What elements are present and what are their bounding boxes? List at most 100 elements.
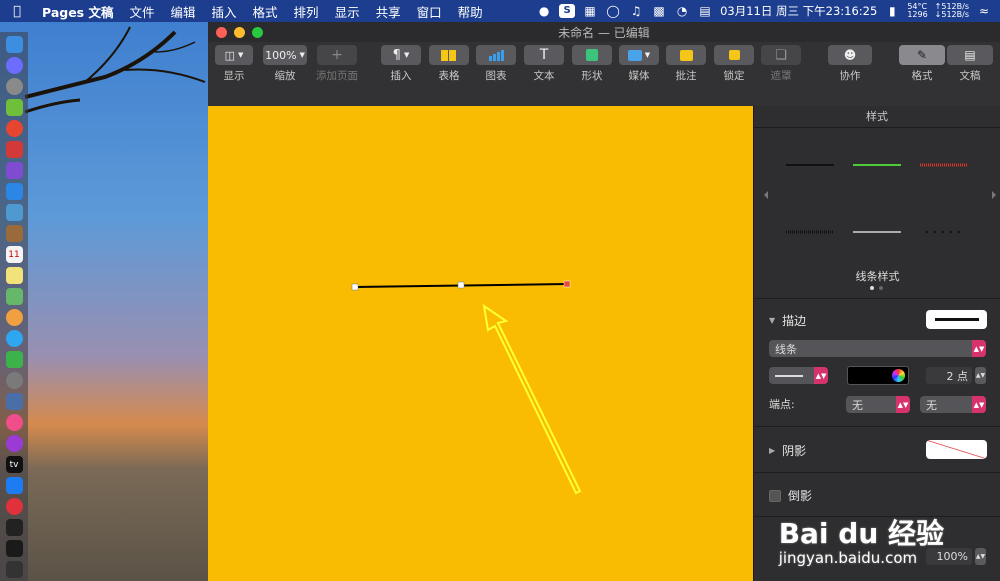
endpoint-right-select[interactable]: 无 ▲▼ xyxy=(920,396,986,413)
divider xyxy=(754,472,1000,473)
menu-help[interactable]: 帮助 xyxy=(450,2,491,21)
text-button[interactable]: T xyxy=(524,45,564,65)
android-icon[interactable] xyxy=(5,99,23,116)
menu-format[interactable]: 格式 xyxy=(245,2,286,21)
preview-icon[interactable] xyxy=(5,204,23,221)
chevron-left-icon[interactable] xyxy=(764,191,768,199)
menu-insert[interactable]: 插入 xyxy=(204,2,245,21)
globe-icon[interactable]: ◯ xyxy=(605,4,621,18)
menu-share[interactable]: 共享 xyxy=(368,2,409,21)
comment-button[interactable] xyxy=(666,45,706,65)
network-readout[interactable]: ↑512B/s ↓512B/s xyxy=(935,3,969,19)
mask-button[interactable]: ❏ xyxy=(761,45,801,65)
music-icon[interactable]: ♫ xyxy=(628,4,644,18)
document-canvas[interactable] xyxy=(208,106,753,581)
menu-file[interactable]: 文件 xyxy=(121,2,162,21)
menu-app-name[interactable]: Pages 文稿 xyxy=(34,2,121,21)
add-page-button[interactable]: + xyxy=(317,45,357,65)
stroke-color-well[interactable] xyxy=(847,366,909,385)
canvas-drawing xyxy=(351,280,582,495)
page-dots[interactable] xyxy=(870,286,883,290)
page-dot-active[interactable] xyxy=(870,286,874,290)
app-purple-icon[interactable] xyxy=(5,162,23,179)
podcasts-icon[interactable] xyxy=(5,435,23,452)
table-button[interactable] xyxy=(429,45,469,65)
calendar-dock-icon[interactable]: 11 xyxy=(5,246,23,263)
notes-icon[interactable] xyxy=(5,267,23,284)
speedometer-icon[interactable]: ◔ xyxy=(674,4,690,18)
stroke-section-toggle[interactable]: ▼ 描边 xyxy=(769,312,806,329)
line-end-handle[interactable] xyxy=(563,280,571,288)
view-button[interactable]: ◫ ▼ xyxy=(215,45,253,65)
downloads-icon[interactable] xyxy=(5,393,23,410)
chart-button[interactable] xyxy=(476,45,516,65)
chevron-right-icon[interactable] xyxy=(992,191,996,199)
calendar-icon[interactable]: ▤ xyxy=(697,4,713,18)
chevron-down-icon: ▼ xyxy=(644,51,651,59)
messages-icon[interactable] xyxy=(5,330,23,347)
watermark-brand: Bai du 经验 xyxy=(778,517,944,550)
stroke-preview-button[interactable] xyxy=(926,310,987,329)
ghost-icon[interactable]: ● xyxy=(536,4,552,18)
line-start-handle[interactable] xyxy=(351,283,359,291)
chevron-updown-icon: ▲▼ xyxy=(972,396,986,413)
finder-icon[interactable] xyxy=(5,36,23,53)
wifi-icon[interactable]: ≈ xyxy=(976,4,992,18)
stroke-width-field[interactable]: 2 点 xyxy=(926,367,972,384)
line-mid-handle[interactable] xyxy=(457,281,465,289)
menu-bar:  Pages 文稿 文件 编辑 插入 格式 排列 显示 共享 窗口 帮助 ● … xyxy=(0,0,1000,22)
menu-edit[interactable]: 编辑 xyxy=(163,2,204,21)
insert-button[interactable]: ¶ ▼ xyxy=(381,45,421,65)
collaborate-button[interactable]: ☻ xyxy=(828,45,872,65)
grid-icon[interactable]: ▦ xyxy=(582,4,598,18)
siri-icon[interactable] xyxy=(5,57,23,74)
terminal-icon[interactable] xyxy=(5,519,23,536)
page-dot[interactable] xyxy=(879,286,883,290)
reflection-toggle[interactable]: 倒影 xyxy=(769,487,812,504)
crop-icon: ❏ xyxy=(775,47,787,63)
vivaldi-icon[interactable] xyxy=(5,498,23,515)
menu-window[interactable]: 窗口 xyxy=(409,2,450,21)
maps-icon[interactable] xyxy=(5,288,23,305)
reflection-checkbox[interactable] xyxy=(769,489,781,502)
format-tab-button[interactable]: ✎ xyxy=(899,45,945,65)
launchpad-icon[interactable] xyxy=(5,78,23,95)
system-prefs-icon[interactable] xyxy=(5,372,23,389)
chevron-updown-icon: ▲▼ xyxy=(814,367,828,384)
shadow-preview-button[interactable] xyxy=(926,440,987,459)
lock-icon xyxy=(728,50,740,60)
endpoint-left-select[interactable]: 无 ▲▼ xyxy=(846,396,910,413)
activity-monitor-icon[interactable] xyxy=(5,540,23,557)
collaborate-label: 协作 xyxy=(839,70,861,82)
console-icon[interactable] xyxy=(5,561,23,578)
sync-icon[interactable]: S xyxy=(559,4,576,18)
chrome-icon[interactable] xyxy=(5,120,23,137)
line-pattern-select[interactable]: ▲▼ xyxy=(769,367,828,384)
menubar-datetime[interactable]: 03月11日 周三 下午23:16:25 xyxy=(720,3,877,19)
itunes-icon[interactable] xyxy=(5,414,23,431)
media-button[interactable]: ▼ xyxy=(619,45,659,65)
opacity-stepper[interactable]: ▲▼ xyxy=(975,548,986,565)
lock-button[interactable] xyxy=(714,45,754,65)
apple-menu-icon[interactable]:  xyxy=(0,4,34,19)
app-red-icon[interactable] xyxy=(5,141,23,158)
display-icon[interactable]: ▩ xyxy=(651,4,667,18)
menu-view[interactable]: 显示 xyxy=(327,2,368,21)
temperature-readout[interactable]: 54°C 1296 xyxy=(907,3,927,19)
stroke-type-select[interactable]: 线条 ▲▼ xyxy=(769,340,986,357)
bookmark-icon[interactable]: ▮ xyxy=(884,4,900,18)
color-wheel-icon[interactable] xyxy=(892,369,905,382)
app-store-icon[interactable] xyxy=(5,477,23,494)
wechat-icon[interactable] xyxy=(5,351,23,368)
apple-tv-icon[interactable]: tv xyxy=(5,456,23,473)
document-tab-button[interactable]: ▤ xyxy=(947,45,993,65)
safari-icon[interactable] xyxy=(5,183,23,200)
stroke-width-stepper[interactable]: ▲▼ xyxy=(975,367,986,384)
shadow-section-toggle[interactable]: ▶ 阴影 xyxy=(769,442,806,459)
notes-brown-icon[interactable] xyxy=(5,225,23,242)
chevron-updown-icon: ▲▼ xyxy=(972,340,986,357)
zoom-select[interactable]: 100% ▼ xyxy=(263,45,307,65)
shape-button[interactable] xyxy=(572,45,612,65)
menu-arrange[interactable]: 排列 xyxy=(286,2,327,21)
photos-icon[interactable] xyxy=(5,309,23,326)
